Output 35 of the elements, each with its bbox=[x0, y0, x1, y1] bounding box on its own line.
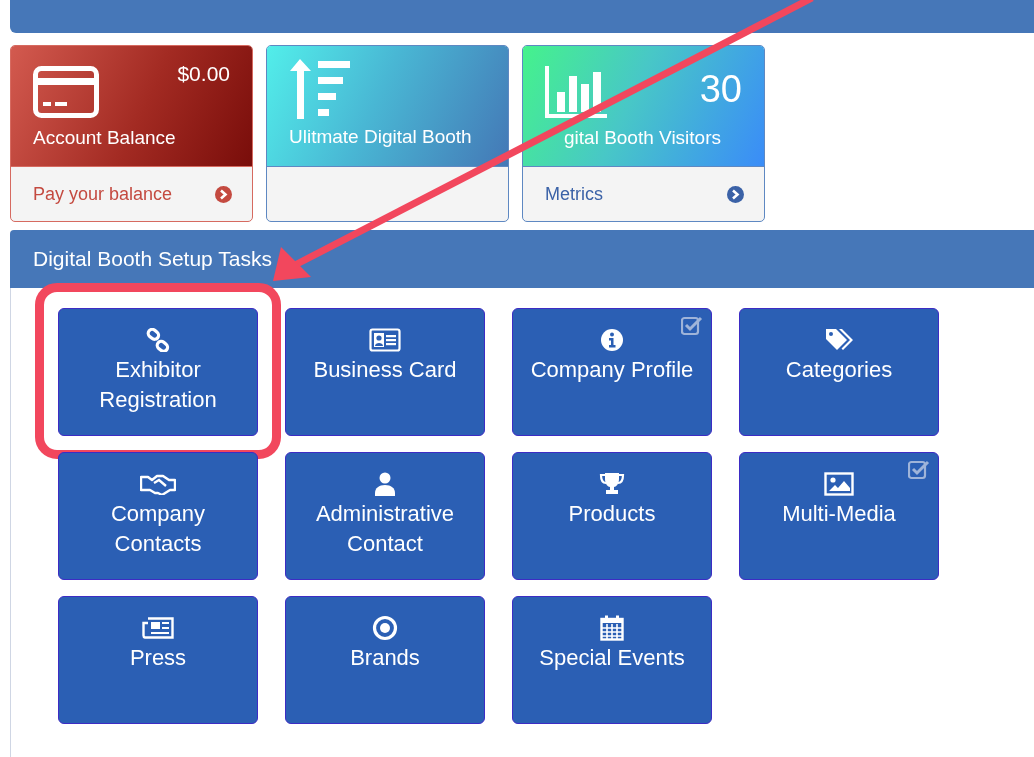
user-icon bbox=[374, 472, 396, 496]
info-icon bbox=[600, 328, 624, 352]
task-tile[interactable]: Brands bbox=[285, 596, 485, 724]
task-tile[interactable]: Press bbox=[58, 596, 258, 724]
card-link[interactable]: Metrics bbox=[545, 183, 603, 205]
credit-card-icon bbox=[33, 66, 99, 118]
card-title: Ulitmate Digital Booth bbox=[289, 126, 472, 148]
task-tile[interactable]: Company Profile bbox=[512, 308, 712, 436]
target-icon bbox=[372, 615, 398, 641]
task-tile[interactable]: Exhibitor Registration bbox=[58, 308, 258, 436]
task-tile[interactable]: Products bbox=[512, 452, 712, 580]
newspaper-icon bbox=[142, 617, 174, 639]
task-tile[interactable]: Administrative Contact bbox=[285, 452, 485, 580]
balance-amount: $0.00 bbox=[177, 62, 230, 86]
arrow-circle-icon bbox=[215, 185, 232, 203]
task-tile[interactable]: Special Events bbox=[512, 596, 712, 724]
task-tile[interactable]: Multi-Media bbox=[739, 452, 939, 580]
bar-chart-icon bbox=[545, 66, 609, 118]
handshake-icon bbox=[140, 473, 176, 495]
id-card-icon bbox=[369, 328, 401, 352]
image-icon bbox=[824, 472, 854, 496]
task-tile[interactable]: Categories bbox=[739, 308, 939, 436]
card-link[interactable]: Pay your balance bbox=[33, 183, 173, 205]
calendar-icon bbox=[600, 615, 624, 641]
chain-link-icon bbox=[146, 328, 170, 352]
panel-title: Digital Booth Setup Tasks bbox=[33, 247, 272, 271]
task-tile[interactable]: Business Card bbox=[285, 308, 485, 436]
tags-icon bbox=[824, 327, 854, 353]
card-title: gital Booth Visitors bbox=[564, 127, 721, 149]
trophy-icon bbox=[599, 472, 625, 496]
card-title: Account Balance bbox=[33, 127, 176, 149]
visitor-count: 30 bbox=[699, 68, 742, 111]
sort-bars-icon bbox=[289, 58, 351, 120]
arrow-circle-icon bbox=[727, 185, 744, 203]
task-tile[interactable]: Company Contacts bbox=[58, 452, 258, 580]
